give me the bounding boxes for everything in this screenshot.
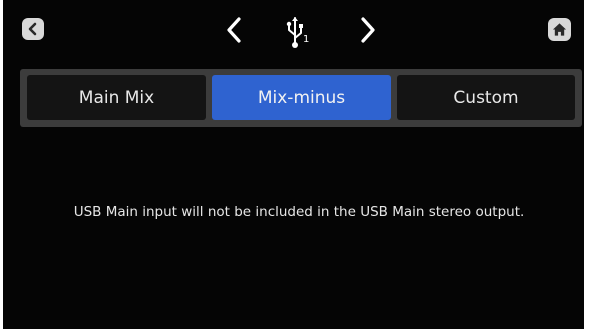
usb-port-number: 1 [303,34,310,45]
tab-main-mix[interactable]: Main Mix [27,75,206,120]
routing-description: USB Main input will not be included in t… [73,204,525,220]
back-button[interactable] [22,18,44,40]
home-icon [552,23,567,36]
previous-page-button[interactable] [224,16,244,44]
home-button[interactable] [548,18,571,41]
tab-custom[interactable]: Custom [397,75,575,120]
screen-border-right [584,0,590,329]
chevron-right-icon [361,17,375,43]
mix-mode-tabs: Main Mix Mix-minus Custom [20,69,582,127]
next-page-button[interactable] [358,16,378,44]
tab-mix-minus[interactable]: Mix-minus [212,75,391,120]
chevron-left-icon [28,22,37,36]
usb-icon [286,17,303,48]
usb-port-indicator [284,16,318,50]
chevron-left-icon [227,17,241,43]
screen-border-left [0,0,3,329]
usb-routing-screen: 1 Main Mix Mix-minus Custom USB Main inp… [0,0,590,329]
header-bar: 1 [0,0,590,68]
